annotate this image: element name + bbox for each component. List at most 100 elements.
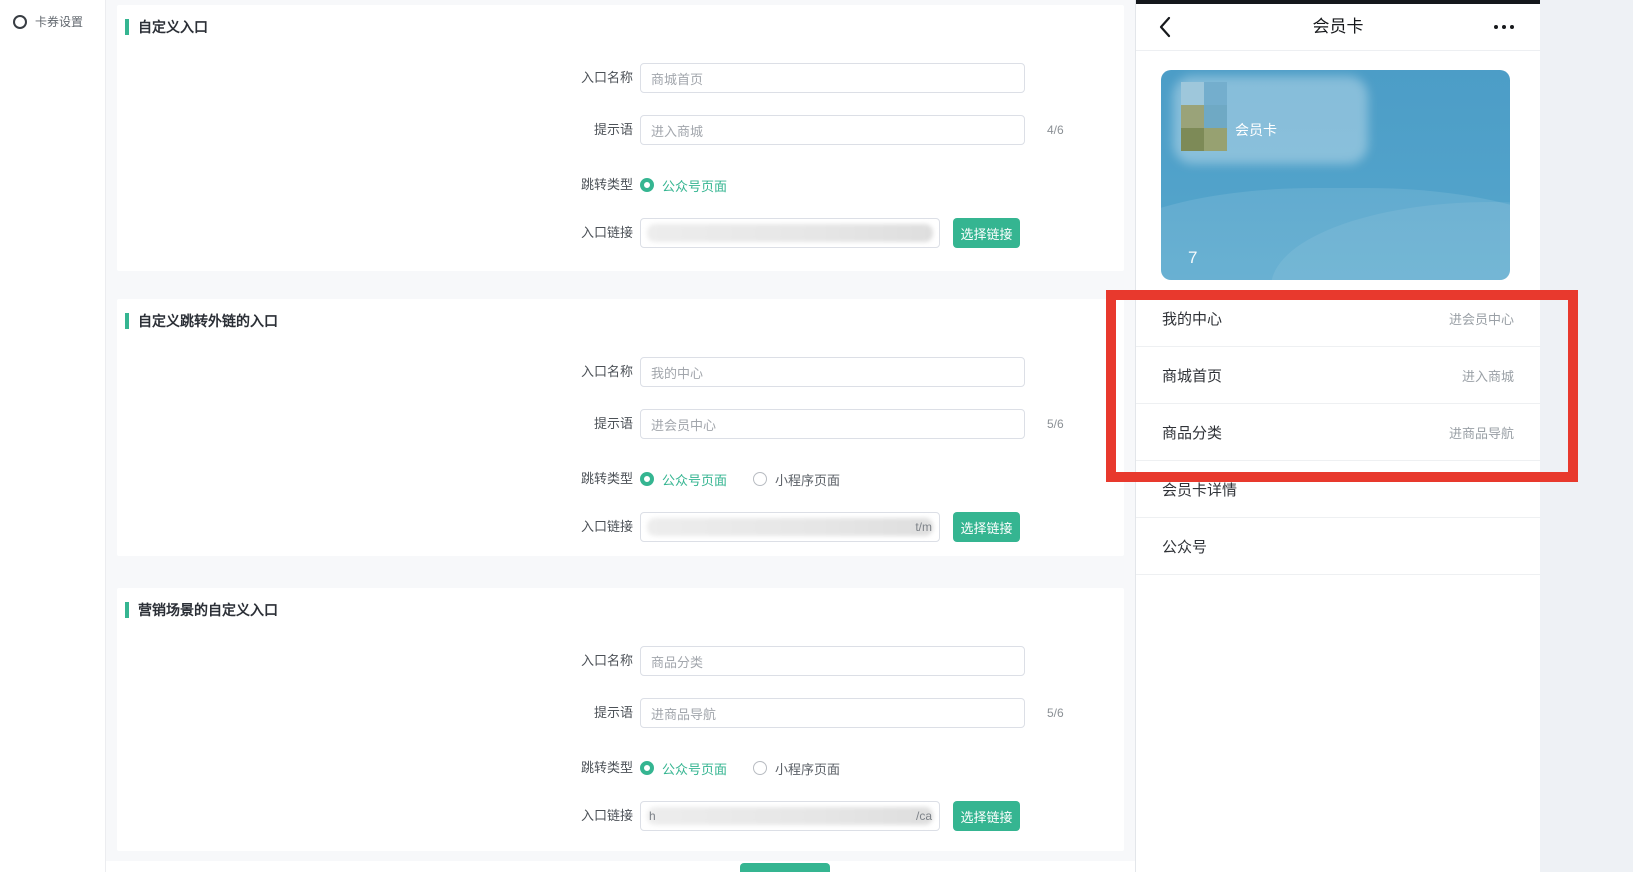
entry-link-label: 入口链接 xyxy=(117,218,633,248)
section-accent-bar xyxy=(125,313,129,329)
list-item-name: 会员卡详情 xyxy=(1162,479,1237,500)
entry-link-label: 入口链接 xyxy=(117,512,633,542)
mosaic-pixel xyxy=(1204,105,1227,128)
entry-name-label: 入口名称 xyxy=(117,63,633,93)
radio-official-account-page[interactable] xyxy=(640,178,654,192)
jump-type-radio-group: 公众号页面 小程序页面 xyxy=(640,758,840,778)
section-title: 营销场景的自定义入口 xyxy=(138,600,278,620)
list-item-hint: 进入商城 xyxy=(1462,366,1514,385)
radio-official-account-page[interactable] xyxy=(640,472,654,486)
form-row-entry-link: 入口链接 t/m 选择链接 xyxy=(117,512,1124,542)
char-counter: 5/6 xyxy=(1047,409,1064,439)
section-header: 营销场景的自定义入口 xyxy=(125,600,278,620)
list-item-my-center[interactable]: 我的中心 进会员中心 xyxy=(1136,290,1540,347)
entry-list: 我的中心 进会员中心 商城首页 进入商城 商品分类 进商品导航 会员卡详情 公众… xyxy=(1136,290,1540,575)
form-row-jump-type: 跳转类型 公众号页面 xyxy=(117,175,1124,195)
radio-official-account-label[interactable]: 公众号页面 xyxy=(662,759,727,778)
entry-link-input[interactable]: t/m xyxy=(640,512,940,542)
entry-link-input[interactable] xyxy=(640,218,940,248)
list-item-goods-category[interactable]: 商品分类 进商品导航 xyxy=(1136,404,1540,461)
jump-type-radio-group: 公众号页面 小程序页面 xyxy=(640,469,840,489)
radio-miniprogram-label[interactable]: 小程序页面 xyxy=(775,470,840,489)
mosaic-pixel xyxy=(1204,82,1227,105)
sidebar-item-label: 卡券设置 xyxy=(35,13,83,30)
page-title: 会员卡 xyxy=(1136,4,1540,50)
section-custom-external-link-entry: 自定义跳转外链的入口 入口名称 提示语 5/6 跳转类型 公众号页面 小程序页面 xyxy=(117,299,1124,556)
entry-name-label: 入口名称 xyxy=(117,357,633,387)
form-row-jump-type: 跳转类型 公众号页面 小程序页面 xyxy=(117,469,1124,489)
form-row-hint: 提示语 5/6 xyxy=(117,698,1124,728)
member-card-label: 会员卡 xyxy=(1235,120,1277,140)
back-icon[interactable] xyxy=(1158,16,1172,38)
list-item-member-card-detail[interactable]: 会员卡详情 xyxy=(1136,461,1540,518)
screen: 卡券设置 自定义入口 入口名称 提示语 4/6 跳转类型 xyxy=(0,0,1633,872)
mosaic-pixel xyxy=(1181,105,1204,128)
hint-input[interactable] xyxy=(640,115,1025,145)
char-counter: 5/6 xyxy=(1047,698,1064,728)
link-visible-prefix: h xyxy=(649,802,656,830)
right-gutter xyxy=(1540,0,1633,872)
circle-bullet-icon xyxy=(13,15,27,29)
sidebar-item-card-coupon-settings[interactable]: 卡券设置 xyxy=(0,0,105,30)
radio-official-account-page[interactable] xyxy=(640,761,654,775)
radio-miniprogram-page[interactable] xyxy=(753,761,767,775)
radio-official-account-label[interactable]: 公众号页面 xyxy=(662,470,727,489)
link-visible-suffix: t/m xyxy=(915,513,932,541)
form-row-hint: 提示语 5/6 xyxy=(117,409,1124,439)
form-row-entry-name: 入口名称 xyxy=(117,646,1124,676)
section-title: 自定义跳转外链的入口 xyxy=(138,311,278,331)
entry-name-input[interactable] xyxy=(640,63,1025,93)
choose-link-button[interactable]: 选择链接 xyxy=(953,218,1020,248)
jump-type-label: 跳转类型 xyxy=(117,758,633,778)
choose-link-button[interactable]: 选择链接 xyxy=(953,512,1020,542)
form-row-entry-name: 入口名称 xyxy=(117,63,1124,93)
radio-miniprogram-label[interactable]: 小程序页面 xyxy=(775,759,840,778)
section-marketing-scene-entry: 营销场景的自定义入口 入口名称 提示语 5/6 跳转类型 公众号页面 小程序页面 xyxy=(117,588,1124,851)
entry-name-input[interactable] xyxy=(640,646,1025,676)
entry-name-label: 入口名称 xyxy=(117,646,633,676)
blurred-link-value xyxy=(647,224,933,242)
more-menu-icon[interactable] xyxy=(1494,25,1514,29)
jump-type-radio-group: 公众号页面 xyxy=(640,175,727,195)
mosaic-pixel xyxy=(1181,128,1204,151)
hint-input[interactable] xyxy=(640,698,1025,728)
list-item-name: 商城首页 xyxy=(1162,365,1222,386)
section-header: 自定义跳转外链的入口 xyxy=(125,311,278,331)
form-row-entry-link: 入口链接 选择链接 xyxy=(117,218,1124,248)
list-item-hint: 进会员中心 xyxy=(1449,309,1514,328)
mosaic-pixel xyxy=(1204,128,1227,151)
form-row-jump-type: 跳转类型 公众号页面 小程序页面 xyxy=(117,758,1124,778)
save-button[interactable] xyxy=(740,863,830,872)
hint-input[interactable] xyxy=(640,409,1025,439)
entry-link-input[interactable]: h /ca xyxy=(640,801,940,831)
hint-label: 提示语 xyxy=(117,115,633,145)
list-item-name: 公众号 xyxy=(1162,536,1207,557)
radio-miniprogram-page[interactable] xyxy=(753,472,767,486)
member-card: 会员卡 7 xyxy=(1161,70,1510,280)
blurred-link-value xyxy=(647,518,933,536)
section-accent-bar xyxy=(125,19,129,35)
link-visible-suffix: /ca xyxy=(916,802,932,830)
choose-link-button[interactable]: 选择链接 xyxy=(953,801,1020,831)
sidebar: 卡券设置 xyxy=(0,0,106,872)
entry-link-label: 入口链接 xyxy=(117,801,633,831)
blurred-link-value xyxy=(647,807,933,825)
phone-preview-panel: 会员卡 会员卡 7 我的中心 进会员中心 商城首页 进入商城 xyxy=(1135,0,1540,872)
phone-header: 会员卡 xyxy=(1136,4,1540,51)
form-row-entry-link: 入口链接 h /ca 选择链接 xyxy=(117,801,1124,831)
list-item-name: 我的中心 xyxy=(1162,308,1222,329)
jump-type-label: 跳转类型 xyxy=(117,175,633,195)
main-content: 自定义入口 入口名称 提示语 4/6 跳转类型 公众号页面 入口链接 xyxy=(106,0,1135,872)
hint-label: 提示语 xyxy=(117,698,633,728)
radio-official-account-label[interactable]: 公众号页面 xyxy=(662,176,727,195)
list-item-official-account[interactable]: 公众号 xyxy=(1136,518,1540,575)
member-card-number: 7 xyxy=(1188,248,1197,268)
jump-type-label: 跳转类型 xyxy=(117,469,633,489)
section-header: 自定义入口 xyxy=(125,17,208,37)
mosaic-pixel xyxy=(1181,82,1204,105)
entry-name-input[interactable] xyxy=(640,357,1025,387)
list-item-mall-home[interactable]: 商城首页 进入商城 xyxy=(1136,347,1540,404)
list-item-name: 商品分类 xyxy=(1162,422,1222,443)
char-counter: 4/6 xyxy=(1047,115,1064,145)
bottom-action-bar xyxy=(106,861,1135,872)
